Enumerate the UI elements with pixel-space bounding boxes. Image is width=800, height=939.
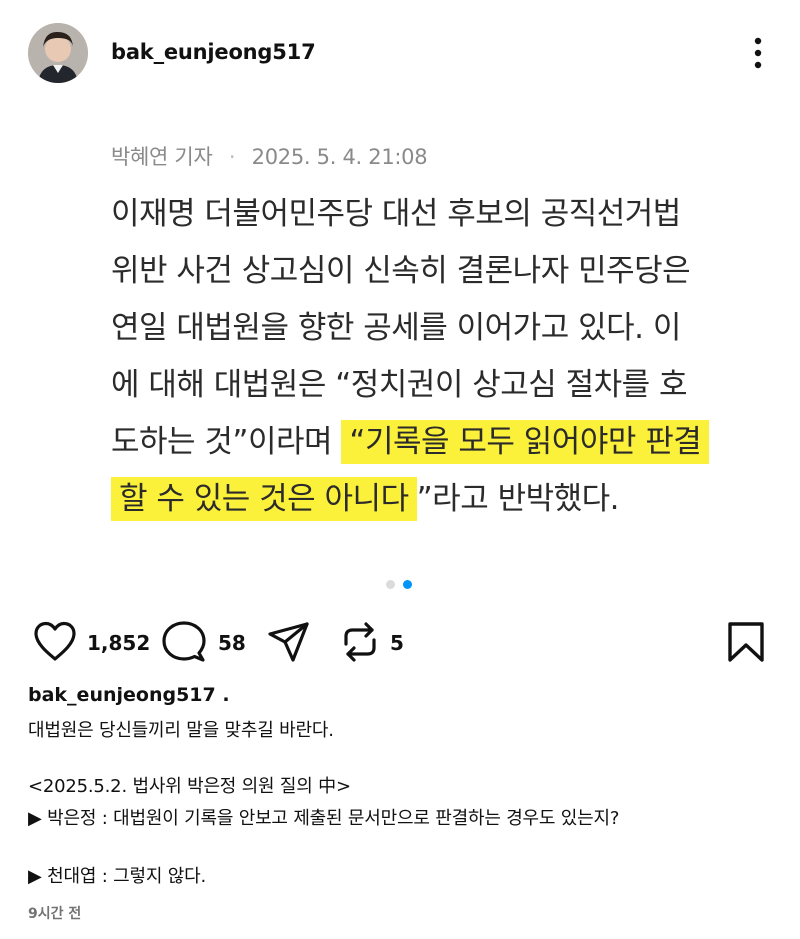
author-username[interactable]: bak_eunjeong517 xyxy=(111,40,316,64)
post-timestamp: 9시간 전 xyxy=(28,906,82,922)
article-line: 위반 사건 상고심이 신속히 결론나자 민주당은 xyxy=(111,253,691,289)
repost-count[interactable]: 5 xyxy=(390,631,404,655)
post-header: bak_eunjeong517 xyxy=(0,0,800,108)
avatar-image xyxy=(28,23,88,83)
article-line: 할 수 있는 것은 아니다 ”라고 반박했다. xyxy=(111,471,771,528)
repost-icon[interactable] xyxy=(338,620,382,668)
share-icon[interactable] xyxy=(266,620,312,668)
caption-line: <2025.5.2. 법사위 박은정 의원 질의 中> xyxy=(28,776,351,797)
more-options-icon[interactable] xyxy=(744,36,772,72)
article-line: 이재명 더불어민주당 대선 후보의 공직선거법 xyxy=(111,196,681,232)
reporter-name: 박혜연 기자 xyxy=(111,145,213,169)
caption-line: ▶ 천대엽 : 그렇지 않다. xyxy=(28,866,206,887)
comment-count[interactable]: 58 xyxy=(218,631,246,655)
article-line: 에 대해 대법원은 “정치권이 상고심 절차를 호 xyxy=(111,367,688,403)
article-datetime: 2025. 5. 4. 21:08 xyxy=(251,145,428,169)
comment-icon[interactable] xyxy=(161,620,207,668)
article-line: 연일 대법원을 향한 공세를 이어가고 있다. 이 xyxy=(111,310,681,346)
caption-username[interactable]: bak_eunjeong517 . xyxy=(28,684,230,706)
highlighted-quote: 할 수 있는 것은 아니다 xyxy=(111,477,417,521)
article-text: 이재명 더불어민주당 대선 후보의 공직선거법 위반 사건 상고심이 신속히 결… xyxy=(111,186,771,528)
carousel-dot-2 xyxy=(403,580,412,589)
article-line: 도하는 것”이라며 “기록을 모두 읽어야만 판결 xyxy=(111,414,771,471)
caption-line: ▶ 박은정 : 대법원이 기록을 안보고 제출된 문서만으로 판결하는 경우도 … xyxy=(28,808,620,829)
carousel-dot-1 xyxy=(386,580,395,589)
like-count[interactable]: 1,852 xyxy=(87,631,150,655)
highlighted-quote: “기록을 모두 읽어야만 판결 xyxy=(341,420,710,464)
heart-icon[interactable] xyxy=(32,620,78,666)
action-bar: 1,852 58 5 xyxy=(0,612,800,672)
byline-separator: · xyxy=(228,145,236,169)
bookmark-icon[interactable] xyxy=(726,620,766,668)
caption-line: 대법원은 당신들끼리 말을 맞추길 바란다. xyxy=(28,720,334,741)
article-byline: 박혜연 기자 · 2025. 5. 4. 21:08 xyxy=(111,141,428,171)
avatar[interactable] xyxy=(28,23,88,83)
post-image[interactable]: 박혜연 기자 · 2025. 5. 4. 21:08 이재명 더불어민주당 대선… xyxy=(0,108,800,570)
